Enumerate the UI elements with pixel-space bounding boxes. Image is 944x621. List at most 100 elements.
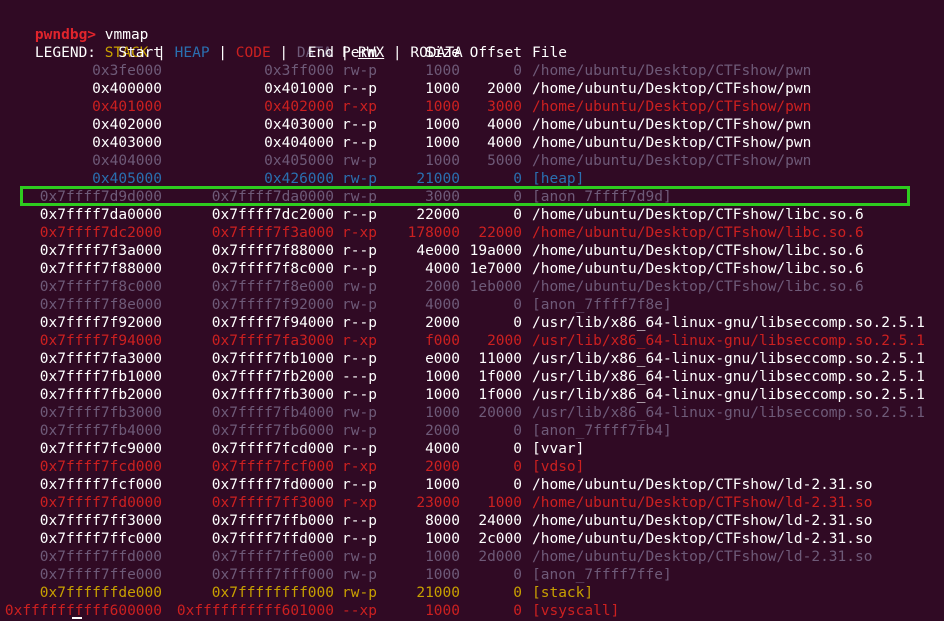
cell-start: 0x404000 [92, 153, 162, 169]
cell-file: /home/ubuntu/Desktop/CTFshow/pwn [532, 63, 812, 79]
cell-perm: r--p [342, 513, 377, 529]
cell-size: 2000 [425, 279, 460, 295]
cell-size: 1000 [425, 603, 460, 619]
cell-start: 0x7ffff7fb1000 [39, 369, 162, 385]
table-row: 0x7ffff7fd0000 0x7ffff7ff3000 r-xp 23000 100… [0, 494, 944, 512]
table-row: 0x7ffff7ffe000 0x7ffff7fff000 rw-p 1000 0 [an… [0, 566, 944, 584]
cell-perm: rw-p [342, 171, 377, 187]
table-row: 0x403000 0x404000 r--p 1000 4000/home/ubuntu… [0, 134, 944, 152]
cell-perm: rw-p [342, 63, 377, 79]
cell-end: 0x426000 [264, 171, 334, 187]
cell-file: /home/ubuntu/Desktop/CTFshow/libc.so.6 [532, 261, 864, 277]
cell-size: 21000 [416, 171, 460, 187]
cell-offset: 1f000 [478, 387, 522, 403]
cell-end: 0x7ffff7f8e000 [211, 279, 334, 295]
cell-perm: rw-p [342, 189, 377, 205]
column-headers: Start End Perm Size Offset File [0, 44, 944, 62]
cell-file: /home/ubuntu/Desktop/CTFshow/ld-2.31.so [532, 531, 873, 547]
cell-size: 1000 [425, 387, 460, 403]
cell-end: 0x7ffff7f94000 [211, 315, 334, 331]
cell-size: 1000 [425, 153, 460, 169]
cell-file: /usr/lib/x86_64-linux-gnu/libseccomp.so.… [532, 315, 925, 331]
cell-end: 0x7ffff7fb2000 [211, 369, 334, 385]
cell-start: 0x7ffff7d9d000 [39, 189, 162, 205]
cell-end: 0x7ffff7f8c000 [211, 261, 334, 277]
cell-perm: rw-p [342, 585, 377, 601]
cell-start: 0x7ffff7ffc000 [39, 531, 162, 547]
table-row: 0x3fe000 0x3ff000 rw-p 1000 0/home/ubuntu/De… [0, 62, 944, 80]
table-row: 0x7ffff7f92000 0x7ffff7f94000 r--p 2000 0/us… [0, 314, 944, 332]
cell-file: /home/ubuntu/Desktop/CTFshow/pwn [532, 117, 812, 133]
table-row: 0x400000 0x401000 r--p 1000 2000/home/ubuntu… [0, 80, 944, 98]
cell-size: f000 [425, 333, 460, 349]
cell-perm: r--p [342, 243, 377, 259]
cell-file: /usr/lib/x86_64-linux-gnu/libseccomp.so.… [532, 405, 925, 421]
cell-start: 0x7ffff7fb3000 [39, 405, 162, 421]
cell-start: 0x3fe000 [92, 63, 162, 79]
cell-offset: 2000 [487, 333, 522, 349]
cell-end: 0x7ffff7fff000 [211, 567, 334, 583]
cell-file: [vvar] [532, 441, 585, 457]
table-row: 0x7ffff7f8e000 0x7ffff7f92000 rw-p 4000 0 [an… [0, 296, 944, 314]
cell-start: 0x7ffff7fcd000 [39, 459, 162, 475]
cell-perm: r--p [342, 261, 377, 277]
cell-offset: 2d000 [478, 549, 522, 565]
header-end: End [307, 45, 334, 61]
cell-start: 0x7ffff7fb4000 [39, 423, 162, 439]
cell-start: 0x7ffff7dc2000 [39, 225, 162, 241]
cell-offset: 0 [513, 207, 522, 223]
cell-file: /home/ubuntu/Desktop/CTFshow/libc.so.6 [532, 279, 864, 295]
cell-offset: 4000 [487, 117, 522, 133]
cell-size: 2000 [425, 423, 460, 439]
cell-start: 0x7ffff7fd0000 [39, 495, 162, 511]
cell-perm: r--p [342, 315, 377, 331]
cell-start: 0x7ffff7ffd000 [39, 549, 162, 565]
cell-size: 1000 [425, 405, 460, 421]
cell-end: 0x7ffff7fb6000 [211, 423, 334, 439]
table-row: 0x7ffff7d9d000 0x7ffff7da0000 rw-p 3000 0 [an… [0, 188, 944, 206]
cell-offset: 20000 [478, 405, 522, 421]
cell-size: 1000 [425, 549, 460, 565]
cell-offset: 0 [513, 603, 522, 619]
cell-offset: 19a000 [469, 243, 522, 259]
cell-perm: ---p [342, 369, 377, 385]
cell-start: 0x7ffffffde000 [39, 585, 162, 601]
cell-size: 8000 [425, 513, 460, 529]
cell-file: /usr/lib/x86_64-linux-gnu/libseccomp.so.… [532, 369, 925, 385]
cell-size: 4000 [425, 441, 460, 457]
cell-end: 0x7ffff7f88000 [211, 243, 334, 259]
cell-size: 1000 [425, 567, 460, 583]
header-perm: Perm [342, 45, 377, 61]
cell-end: 0xffffffffff601000 [176, 603, 334, 619]
cell-file: [vsyscall] [532, 603, 620, 619]
table-row: 0x7ffff7fb2000 0x7ffff7fb3000 r--p 1000 1f00… [0, 386, 944, 404]
cell-offset: 0 [513, 441, 522, 457]
cell-offset: 4000 [487, 135, 522, 151]
cell-end: 0x402000 [264, 99, 334, 115]
cell-start: 0x7ffff7fb2000 [39, 387, 162, 403]
cell-end: 0x7ffff7fb4000 [211, 405, 334, 421]
cell-file: /home/ubuntu/Desktop/CTFshow/pwn [532, 153, 812, 169]
cell-start: 0x7ffff7f94000 [39, 333, 162, 349]
cell-perm: rw-p [342, 567, 377, 583]
cell-size: 4000 [425, 297, 460, 313]
table-row: 0x7ffff7f94000 0x7ffff7fa3000 r-xp f000 2000… [0, 332, 944, 350]
cell-end: 0x401000 [264, 81, 334, 97]
terminal-window[interactable]: pwndbg> vmmap LEGEND: STACK | HEAP | COD… [0, 0, 944, 621]
cell-end: 0x7ffff7fb1000 [211, 351, 334, 367]
table-row: 0x7ffff7fcd000 0x7ffff7fcf000 r-xp 2000 0 [vd… [0, 458, 944, 476]
cell-end: 0x7ffff7ffb000 [211, 513, 334, 529]
cell-size: 23000 [416, 495, 460, 511]
cell-file: [anon_7ffff7ffe] [532, 567, 672, 583]
cell-end: 0x7ffff7ffd000 [211, 531, 334, 547]
cell-offset: 0 [513, 459, 522, 475]
cell-perm: r-xp [342, 99, 377, 115]
cell-end: 0x7ffff7ffe000 [211, 549, 334, 565]
cell-perm: r-xp [342, 495, 377, 511]
table-row: 0x401000 0x402000 r-xp 1000 3000/home/ubuntu… [0, 98, 944, 116]
cell-offset: 2c000 [478, 531, 522, 547]
table-row: 0x402000 0x403000 r--p 1000 4000/home/ubuntu… [0, 116, 944, 134]
table-row: 0x7ffff7f3a000 0x7ffff7f88000 r--p 4e000 19a… [0, 242, 944, 260]
cell-end: 0x3ff000 [264, 63, 334, 79]
cell-offset: 0 [513, 63, 522, 79]
